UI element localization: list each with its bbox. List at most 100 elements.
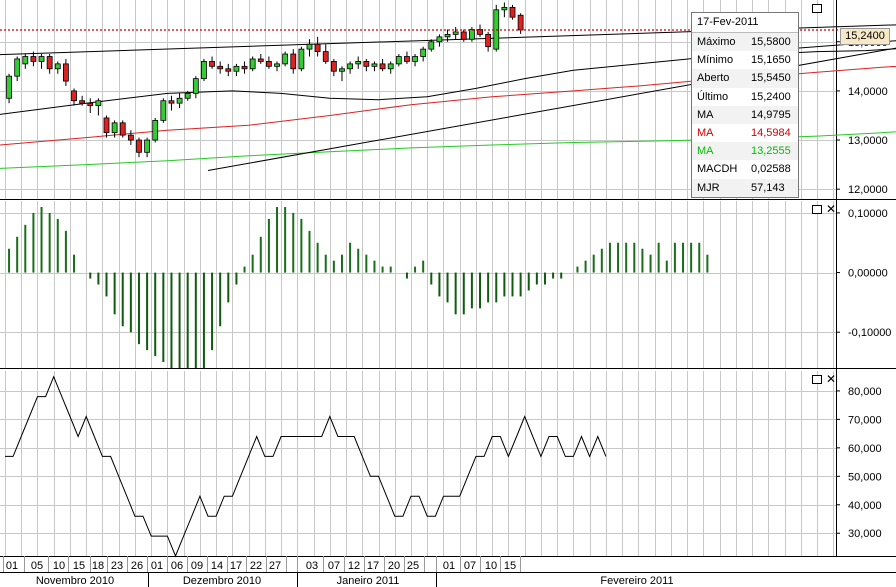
data-window-value: 57,143 (751, 181, 785, 194)
candle-body (225, 68, 232, 72)
candle-body (274, 63, 280, 67)
candle-body (201, 61, 207, 80)
data-window-label: MJR (697, 181, 720, 194)
maximize-price-panel-button[interactable] (812, 4, 822, 13)
candle (355, 56, 362, 69)
candle-body (30, 56, 37, 62)
candle-body (209, 61, 215, 67)
x-month-label: Fevereiro 2011 (600, 575, 673, 587)
candle-body (379, 63, 386, 70)
candle (176, 93, 183, 109)
candle (136, 137, 142, 158)
data-window-row: Último 15,2400 (692, 87, 798, 106)
candle-body (444, 33, 451, 38)
candle (14, 56, 21, 82)
candle (103, 115, 110, 138)
candle-body (355, 61, 362, 65)
candle (63, 58, 69, 86)
candle (322, 44, 329, 64)
candle (201, 58, 207, 82)
x-day-label: 27 (269, 560, 281, 572)
candle (71, 88, 77, 106)
mjr-y-tick-label: 60,000 (848, 443, 882, 455)
candlesticks (6, 2, 524, 158)
x-day-label: 01 (6, 560, 18, 572)
candle-body (233, 65, 240, 72)
candle-body (111, 122, 118, 134)
candle (127, 130, 134, 145)
candle (371, 61, 378, 72)
price-y-tick-label: 14,0000 (848, 86, 888, 98)
candle-body (428, 41, 435, 50)
candle (412, 54, 418, 67)
candle-body (404, 56, 410, 62)
candle-body (468, 29, 475, 40)
x-day-label: 20 (388, 560, 400, 572)
candle (46, 54, 53, 74)
data-window-label: Aberto (697, 72, 730, 85)
candle (517, 13, 524, 34)
close-macd-panel-button[interactable]: ✕ (826, 203, 836, 215)
data-window-label: MACDH (697, 163, 738, 176)
candle (452, 27, 459, 40)
close-mjr-panel-button[interactable]: ✕ (826, 373, 836, 385)
candle (404, 51, 410, 64)
mjr-y-tick-label: 80,000 (848, 386, 882, 398)
candle-body (460, 31, 467, 40)
data-window-label: MA (697, 126, 714, 139)
x-day-label: 17 (230, 560, 242, 572)
maximize-macd-panel-button[interactable] (812, 205, 822, 214)
candle (249, 56, 256, 72)
x-month-label: Dezembro 2010 (183, 575, 261, 587)
x-day-label: 10 (485, 560, 497, 572)
candle (428, 39, 435, 52)
price-y-tick-label: 13,0000 (848, 135, 888, 147)
candle-body (363, 61, 370, 67)
data-window-value: 14,5984 (751, 126, 791, 139)
last-price-tag: 15,2400 (840, 28, 890, 45)
candle (160, 98, 167, 123)
x-day-label: 18 (92, 560, 104, 572)
x-day-label: 17 (367, 560, 379, 572)
candle (144, 137, 151, 158)
x-day-label: 07 (328, 560, 340, 572)
candle (493, 4, 500, 52)
candle (225, 63, 232, 77)
data-window-value: 14,9795 (751, 108, 791, 121)
candle (290, 49, 297, 74)
candle (363, 58, 370, 72)
candle-body (452, 31, 459, 35)
candle (209, 56, 215, 69)
candle (314, 36, 321, 57)
data-window-label: Mínimo (697, 54, 734, 67)
stock-chart: 12,000013,000014,000015,00000,100000,000… (0, 0, 896, 587)
candle (436, 34, 443, 47)
data-window-row: MACDH 0,02588 (692, 160, 798, 179)
candle (339, 66, 345, 82)
candle-body (501, 6, 508, 11)
candle (192, 76, 199, 99)
candle-body (306, 43, 313, 50)
candle-body (298, 48, 305, 70)
data-window-value: 13,2555 (751, 145, 791, 158)
candle (330, 58, 337, 77)
candle-body (184, 92, 191, 99)
mjr-y-tick-label: 30,000 (848, 528, 882, 540)
candle (257, 54, 264, 64)
candle-body (144, 139, 151, 153)
candle-body (22, 56, 29, 65)
data-window-value: 15,5450 (751, 72, 791, 85)
maximize-mjr-panel-button[interactable] (812, 375, 822, 384)
data-window-row: Máximo 15,5800 (692, 33, 798, 52)
x-day-label: 01 (443, 560, 455, 572)
x-day-label: 10 (53, 560, 65, 572)
data-window-value: 15,1650 (751, 54, 791, 67)
x-day-label: 25 (407, 560, 419, 572)
data-window: 17-Fev-2011 Máximo 15,5800 Mínimo 15,1650 Ab… (691, 12, 799, 198)
candle-body (371, 63, 378, 67)
candle-body (127, 134, 134, 141)
candle-body (509, 6, 516, 18)
candle (217, 61, 224, 74)
candle (420, 46, 427, 62)
candle (168, 95, 175, 111)
